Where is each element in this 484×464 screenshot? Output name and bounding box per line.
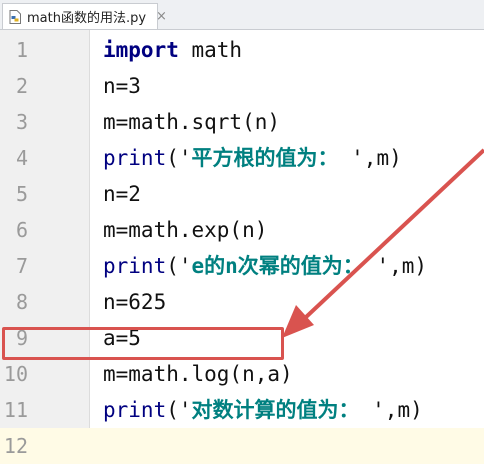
annotation-arrow-icon — [282, 148, 484, 338]
